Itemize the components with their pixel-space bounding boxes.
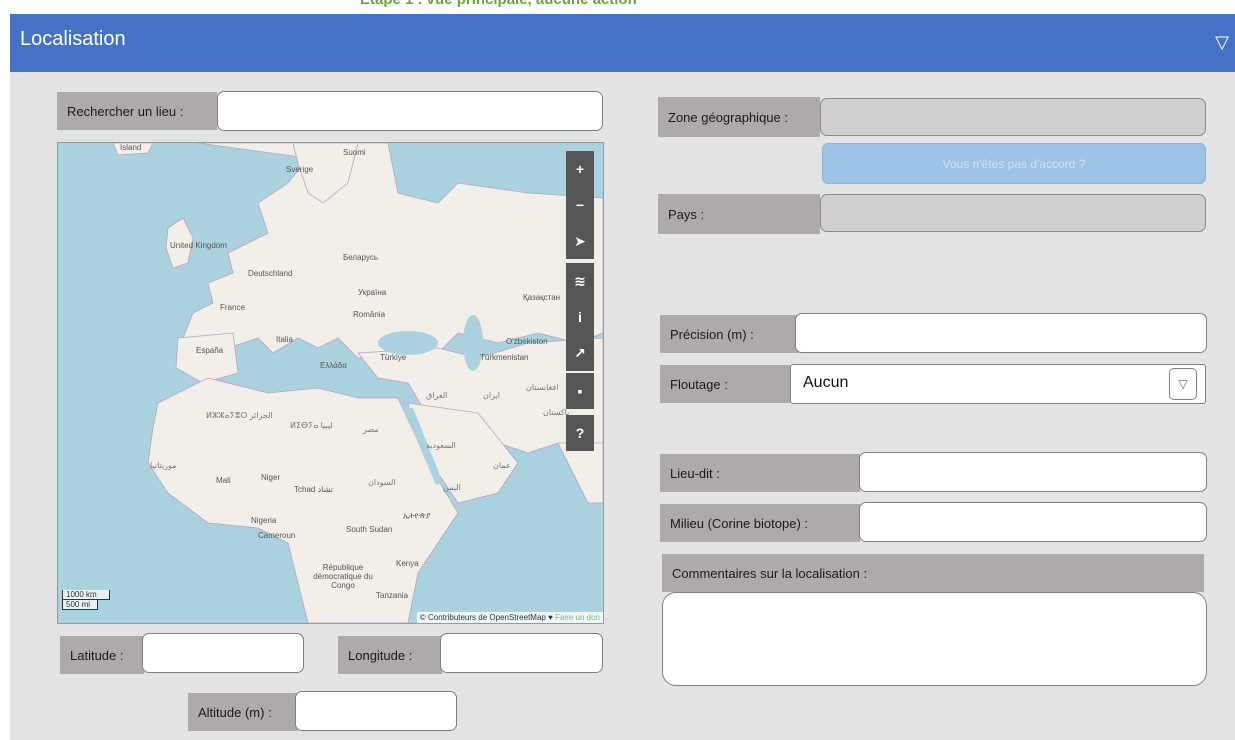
search-input[interactable] bbox=[217, 91, 603, 131]
altitude-input[interactable] bbox=[295, 691, 457, 731]
localisation-panel: Rechercher un lieu : Island Sverige Suom… bbox=[10, 72, 1235, 740]
precision-label: Précision (m) : bbox=[660, 315, 800, 353]
comment-label: Commentaires sur la localisation : bbox=[662, 554, 1204, 592]
map-label: السعودية bbox=[426, 441, 456, 450]
lieudit-label: Lieu-dit : bbox=[660, 454, 860, 492]
map-label: Türkiye bbox=[380, 353, 407, 362]
map-label: Nigeria bbox=[251, 516, 277, 525]
lieudit-input[interactable] bbox=[859, 452, 1207, 492]
locate-icon[interactable]: ➤ bbox=[566, 223, 594, 259]
map-label: موريتانيا bbox=[150, 461, 177, 470]
map-label: Қазақстан bbox=[523, 293, 561, 302]
map-label: O'zbekiston bbox=[506, 337, 548, 346]
map-label: افغانستان bbox=[526, 383, 559, 392]
map-label: Україна bbox=[358, 288, 387, 297]
map-label: South Sudan bbox=[346, 525, 393, 534]
zone-input bbox=[820, 98, 1206, 136]
map-comment-control: ▪ bbox=[566, 373, 594, 409]
map-label: Deutschland bbox=[248, 269, 293, 278]
precision-input[interactable] bbox=[795, 313, 1207, 353]
step-caption: Etape 1 : vue principale, aucune action bbox=[360, 0, 637, 8]
pays-input bbox=[820, 194, 1206, 232]
map-label: اليمن bbox=[443, 483, 461, 492]
longitude-label: Longitude : bbox=[338, 636, 442, 674]
floutage-selected-value: Aucun bbox=[803, 374, 849, 391]
comment-icon[interactable]: ▪ bbox=[566, 373, 594, 409]
map[interactable]: Island Sverige Suomi United Kingdom Бела… bbox=[57, 142, 604, 624]
triangle-down-icon[interactable]: ▽ bbox=[1215, 32, 1229, 53]
map-label: United Kingdom bbox=[170, 241, 227, 250]
altitude-label: Altitude (m) : bbox=[188, 693, 298, 731]
map-label: Kenya bbox=[396, 559, 419, 568]
map-label: Niger bbox=[261, 473, 281, 482]
map-zoom-controls: + − ➤ bbox=[566, 151, 594, 259]
map-label: Tanzania bbox=[376, 591, 409, 600]
zone-label: Zone géographique : bbox=[658, 97, 820, 137]
map-label: République démocratique du Congo bbox=[313, 563, 373, 590]
map-scale: 1000 km 500 mi bbox=[62, 590, 110, 610]
floutage-select[interactable]: Aucun ▽ bbox=[790, 364, 1206, 404]
map-label: عمان bbox=[493, 461, 511, 470]
milieu-label: Milieu (Corine biotope) : bbox=[660, 504, 860, 542]
layers-icon[interactable]: ≋ bbox=[566, 263, 594, 299]
map-label: Suomi bbox=[343, 148, 366, 157]
latitude-input[interactable] bbox=[142, 633, 304, 673]
map-help-control: ? bbox=[566, 415, 594, 451]
map-label: Ελλάδα bbox=[320, 361, 347, 370]
map-label: România bbox=[353, 310, 386, 319]
map-label: France bbox=[220, 303, 245, 312]
section-title: Localisation bbox=[20, 28, 126, 50]
map-label: Беларусь bbox=[343, 253, 378, 262]
search-label: Rechercher un lieu : bbox=[57, 92, 217, 130]
map-label: Mali bbox=[216, 476, 231, 485]
help-button[interactable]: ? bbox=[566, 415, 594, 451]
map-label: العراق bbox=[426, 391, 448, 400]
floutage-label: Floutage : bbox=[660, 365, 790, 403]
comment-textarea[interactable] bbox=[662, 592, 1207, 686]
map-label: ⵍⵉⴱⵢⴰ ليبيا bbox=[290, 421, 333, 430]
latitude-label: Latitude : bbox=[60, 636, 144, 674]
map-label: Italia bbox=[276, 335, 293, 344]
map-label: Sverige bbox=[286, 165, 314, 174]
longitude-input[interactable] bbox=[440, 633, 603, 673]
zoom-in-button[interactable]: + bbox=[566, 151, 594, 187]
map-label: Türkmenistan bbox=[480, 353, 529, 362]
map-label: Tchad تشاد bbox=[294, 485, 333, 494]
map-label: مصر bbox=[363, 425, 379, 434]
map-tools-controls: ≋ i ↗ bbox=[566, 263, 594, 371]
map-label: Cameroun bbox=[258, 531, 296, 540]
map-attribution: © Contributeurs de OpenStreetMap ♥ Faire… bbox=[416, 612, 603, 623]
osm-attribution-link[interactable]: © Contributeurs de OpenStreetMap ♥ bbox=[420, 613, 553, 622]
info-icon[interactable]: i bbox=[566, 299, 594, 335]
milieu-input[interactable] bbox=[859, 502, 1207, 542]
map-label: España bbox=[196, 346, 224, 355]
map-label: ኢትዮጵያ bbox=[403, 511, 431, 520]
map-land bbox=[112, 143, 603, 623]
map-label: Island bbox=[120, 143, 142, 152]
share-icon[interactable]: ↗ bbox=[566, 335, 594, 371]
pays-label: Pays : bbox=[658, 194, 820, 234]
zoom-out-button[interactable]: − bbox=[566, 187, 594, 223]
donate-link[interactable]: Faire un don bbox=[555, 613, 600, 622]
triangle-down-icon[interactable]: ▽ bbox=[1169, 368, 1197, 400]
disagree-button[interactable]: Vous n'êtes pas d'accord ? bbox=[822, 143, 1206, 184]
map-label: ⵍⵣⵣⴰⵢⴻⵔ الجزائر bbox=[206, 411, 273, 420]
section-header[interactable]: Localisation ▽ bbox=[10, 14, 1235, 72]
map-label: ایران bbox=[483, 391, 500, 400]
map-label: السودان bbox=[368, 478, 396, 487]
